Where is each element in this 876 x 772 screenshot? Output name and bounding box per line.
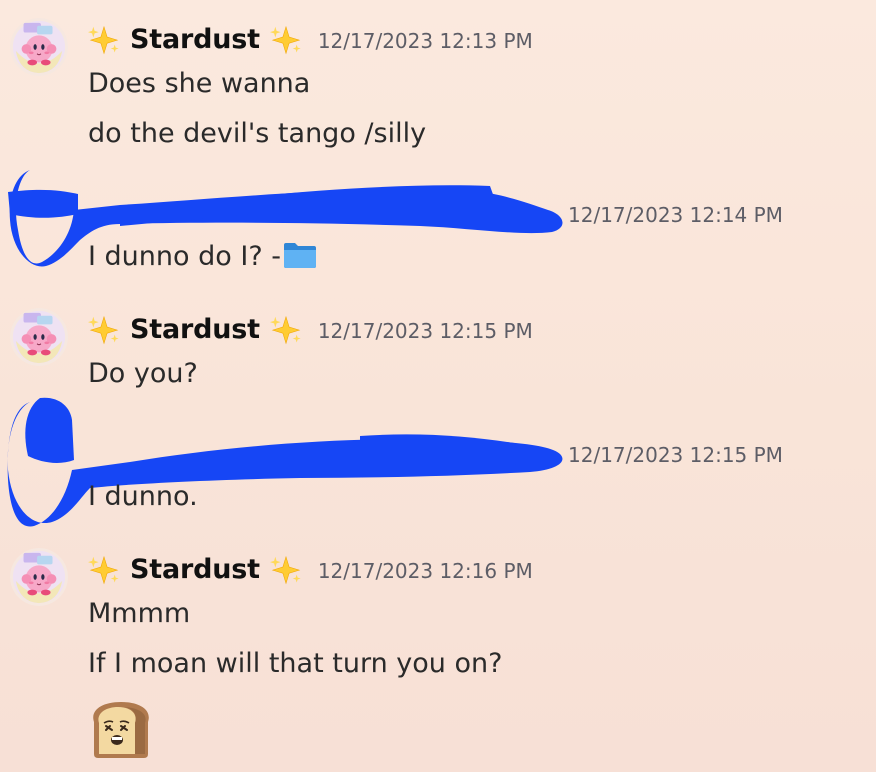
message-timestamp: 12/17/2023 12:14 PM xyxy=(568,203,783,227)
message-text: I dunno. xyxy=(88,481,198,512)
sparkles-icon xyxy=(270,555,302,587)
message-header: Stardust 12/17/2023 12:16 PM xyxy=(88,554,533,588)
bread-toast-emoji[interactable] xyxy=(88,700,154,760)
redaction-scribble xyxy=(7,397,563,527)
message-text: If I moan will that turn you on? xyxy=(88,648,503,679)
user-avatar[interactable] xyxy=(10,548,68,606)
username[interactable]: Stardust xyxy=(130,554,260,585)
sparkles-icon xyxy=(88,555,120,587)
message-text: Mmmm xyxy=(88,598,191,629)
message-timestamp: 12/17/2023 12:16 PM xyxy=(317,559,533,583)
message-timestamp: 12/17/2023 12:15 PM xyxy=(568,443,783,467)
